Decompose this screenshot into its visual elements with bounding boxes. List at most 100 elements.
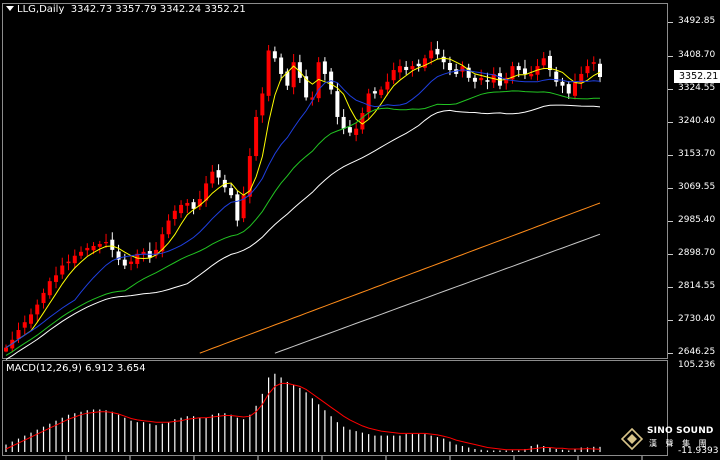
- bull-candle: [360, 113, 365, 130]
- bull-candle: [585, 66, 590, 74]
- sino-sound-watermark: SINO SOUND 漢 聲 集 團: [619, 424, 720, 458]
- bull-candle: [72, 255, 77, 264]
- price-axis-label: 2985.40: [678, 215, 716, 225]
- price-axis-tick: [668, 56, 673, 57]
- current-price-tag: 3352.21: [674, 70, 720, 83]
- bull-candle: [60, 265, 65, 275]
- bull-candle: [91, 245, 96, 251]
- bear-candle: [566, 84, 571, 94]
- bear-candle: [235, 194, 240, 221]
- bear-candle: [279, 57, 284, 74]
- ma-white-line: [5, 104, 601, 360]
- bull-candle: [591, 62, 596, 64]
- macd-indicator-label: MACD(12,26,9) 6.912 3.654: [6, 363, 146, 374]
- ma-blue-line: [5, 69, 601, 349]
- chart-canvas: [4, 41, 643, 460]
- chart-window: LLG,Daily 3342.73 3357.79 3342.24 3352.2…: [0, 0, 720, 460]
- bull-candle: [66, 261, 71, 264]
- bear-candle: [547, 55, 552, 71]
- price-axis-label: 2730.40: [678, 314, 716, 324]
- bull-candle: [79, 251, 84, 256]
- price-axis-label: 2898.70: [678, 248, 716, 258]
- bear-candle: [335, 91, 340, 117]
- ma-gray-line: [274, 233, 601, 354]
- bear-candle: [516, 66, 521, 71]
- bull-candle: [41, 292, 46, 304]
- bull-candle: [166, 220, 171, 235]
- bear-candle: [122, 259, 127, 266]
- price-axis-tick: [668, 155, 673, 156]
- bear-candle: [416, 63, 421, 67]
- symbol-text: LLG,Daily: [17, 4, 65, 15]
- bull-candle: [266, 50, 271, 96]
- price-axis-label: 3153.70: [678, 149, 716, 159]
- price-axis-tick: [668, 122, 673, 123]
- bull-candle: [104, 242, 109, 244]
- bull-candle: [385, 81, 390, 90]
- bear-candle: [560, 81, 565, 86]
- price-axis-tick: [668, 22, 673, 23]
- bear-candle: [447, 62, 452, 71]
- bull-candle: [22, 322, 27, 328]
- price-axis-tick: [668, 353, 673, 354]
- bear-candle: [229, 188, 234, 196]
- bull-candle: [260, 93, 265, 116]
- price-axis-label: 3492.85: [678, 16, 716, 26]
- bull-candle: [4, 347, 8, 352]
- bull-candle: [54, 275, 59, 282]
- bull-candle: [35, 304, 40, 315]
- bear-candle: [472, 77, 477, 82]
- price-axis-tick: [668, 320, 673, 321]
- bull-candle: [429, 50, 434, 59]
- brand-name-cn: 漢 聲 集 團: [649, 439, 710, 448]
- ma-green-line: [5, 90, 600, 356]
- bull-candle: [541, 58, 546, 66]
- price-axis-tick: [668, 287, 673, 288]
- bull-candle: [366, 93, 371, 113]
- bull-candle: [254, 116, 259, 157]
- symbol-timeframe-label: LLG,Daily 3342.73 3357.79 3342.24 3352.2…: [6, 4, 246, 15]
- bear-candle: [191, 202, 196, 209]
- bull-candle: [129, 261, 134, 264]
- bull-candle: [410, 66, 415, 70]
- bull-candle: [479, 77, 484, 81]
- bear-candle: [110, 239, 115, 250]
- bear-candle: [404, 66, 409, 71]
- bear-candle: [216, 170, 221, 178]
- bear-candle: [598, 63, 602, 77]
- bear-candle: [522, 68, 527, 74]
- price-axis-label: 3324.55: [678, 83, 716, 93]
- bull-candle: [179, 204, 184, 214]
- price-axis-label: 3240.40: [678, 116, 716, 126]
- bull-candle: [29, 314, 34, 324]
- price-axis-label: 2814.55: [678, 281, 716, 291]
- price-axis-tick: [668, 188, 673, 189]
- brand-name-en: SINO SOUND: [647, 426, 714, 436]
- price-axis-tick: [668, 89, 673, 90]
- bear-candle: [347, 127, 352, 133]
- bear-candle: [435, 48, 440, 55]
- bull-candle: [185, 202, 190, 206]
- bear-candle: [341, 116, 346, 129]
- bull-candle: [210, 171, 215, 184]
- bull-candle: [572, 81, 577, 96]
- ma-orange-line: [199, 202, 601, 354]
- bear-candle: [322, 61, 327, 74]
- ohlc-values: 3342.73 3357.79 3342.24 3352.21: [70, 4, 246, 15]
- bull-candle: [47, 281, 52, 296]
- price-axis-label: 3408.70: [678, 50, 716, 60]
- price-axis-tick: [668, 221, 673, 222]
- bear-candle: [485, 80, 490, 82]
- price-axis: 3492.85 3408.70 3324.55 3240.40 3153.70 …: [668, 0, 720, 360]
- bull-candle: [85, 247, 90, 251]
- price-axis-label: 3069.55: [678, 182, 716, 192]
- diamond-logo-icon: [621, 428, 643, 450]
- dropdown-triangle-icon: [6, 6, 14, 11]
- bull-candle: [172, 210, 177, 219]
- bull-candle: [391, 70, 396, 81]
- bull-candle: [97, 244, 102, 247]
- ma-yellow-line: [5, 57, 601, 349]
- bear-candle: [272, 51, 277, 59]
- bull-candle: [529, 73, 534, 77]
- price-axis-label: 2646.25: [678, 347, 716, 357]
